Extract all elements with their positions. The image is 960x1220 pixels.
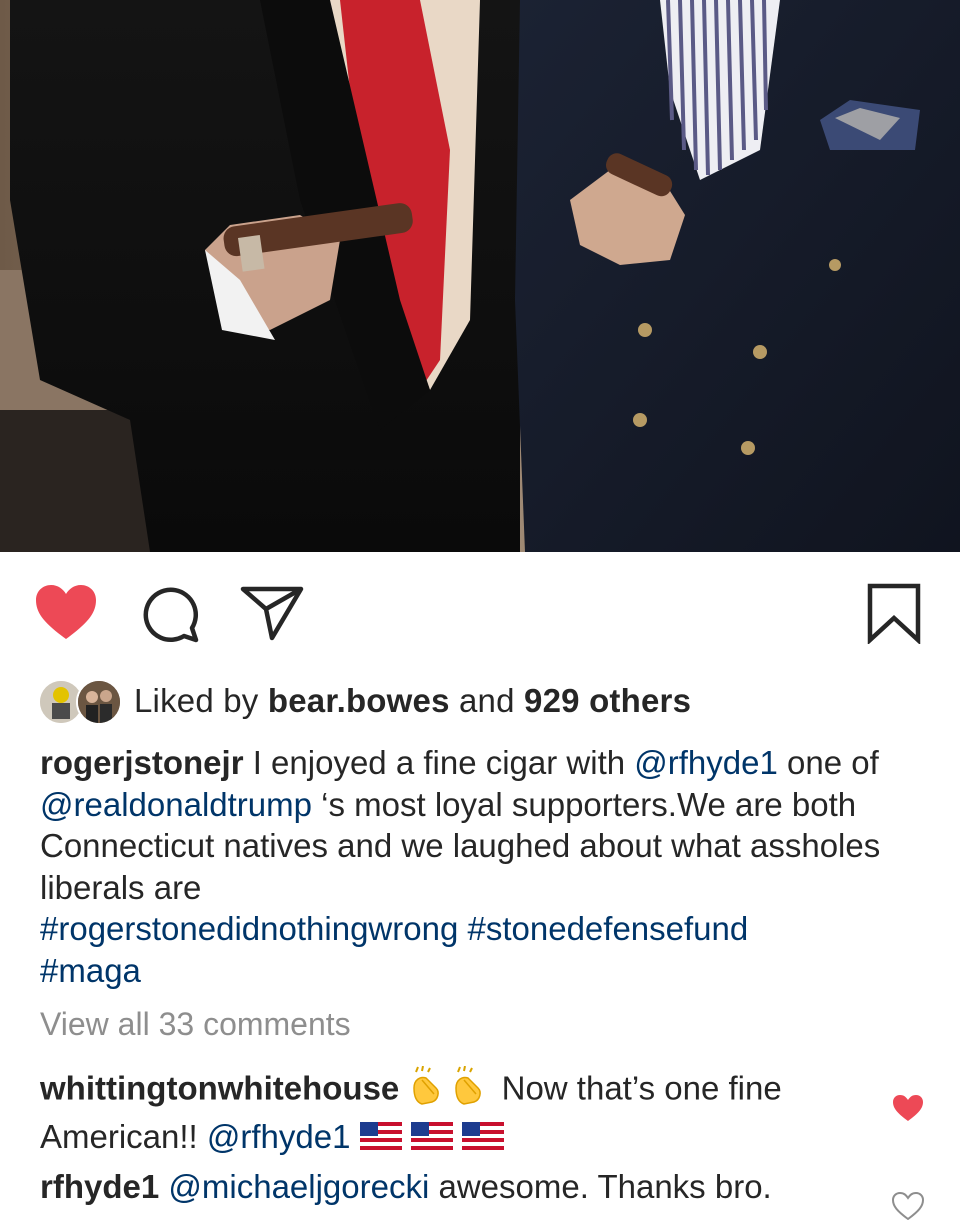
view-all-comments-link[interactable]: View all 33 comments (40, 1006, 351, 1043)
liker-username-link[interactable]: bear.bowes (268, 682, 450, 719)
comment-item: rfhyde1 @michaeljgorecki awesome. Thanks… (40, 1166, 880, 1208)
caption-text: one of (777, 744, 879, 781)
heart-filled-icon[interactable] (34, 583, 98, 641)
comment-heart-outline-icon[interactable] (892, 1192, 924, 1220)
mention-link[interactable]: @realdonaldtrump (40, 786, 312, 823)
comment-text: awesome. Thanks bro. (429, 1168, 772, 1205)
hashtag-link[interactable]: #stonedefensefund (467, 910, 748, 947)
us-flag-icon (359, 1118, 402, 1160)
likes-prefix: Liked by (134, 682, 268, 719)
clapping-hands-icon (450, 1065, 492, 1116)
hashtag-link[interactable]: #maga (40, 952, 141, 989)
comment-heart-filled-icon[interactable] (892, 1094, 924, 1122)
mention-link[interactable]: @rfhyde1 (207, 1118, 351, 1155)
hashtag-link[interactable]: #rogerstonedidnothingwrong (40, 910, 458, 947)
clapping-hands-icon (408, 1065, 450, 1116)
caption-username-link[interactable]: rogerjstonejr (40, 744, 244, 781)
mention-link[interactable]: @rfhyde1 (634, 744, 778, 781)
us-flag-icon (410, 1118, 453, 1160)
caption-text: I enjoyed a fine cigar with (243, 744, 635, 781)
send-icon[interactable] (240, 585, 304, 641)
avatar (76, 679, 122, 725)
comment-username-link[interactable]: rfhyde1 (40, 1168, 159, 1205)
bookmark-icon[interactable] (866, 582, 922, 644)
comment-username-link[interactable]: whittingtonwhitehouse (40, 1069, 399, 1106)
us-flag-icon (461, 1118, 504, 1160)
mention-link[interactable]: @michaeljgorecki (168, 1168, 429, 1205)
likes-text: Liked by bear.bowes and 929 others (134, 682, 691, 720)
comment-item: whittingtonwhitehouse Now that’s one fin… (40, 1065, 880, 1160)
comment-icon[interactable] (140, 584, 200, 644)
likes-middle: and (449, 682, 525, 719)
avatar-image (78, 681, 120, 723)
post-caption: rogerjstonejr I enjoyed a fine cigar wit… (40, 742, 940, 991)
liker-avatars (38, 679, 122, 725)
likes-others-link[interactable]: 929 others (524, 682, 691, 719)
likes-summary[interactable]: Liked by bear.bowes and 929 others (38, 676, 691, 726)
post-action-bar (0, 552, 960, 672)
post-photo[interactable] (0, 0, 960, 552)
post-photo-image (0, 0, 960, 552)
